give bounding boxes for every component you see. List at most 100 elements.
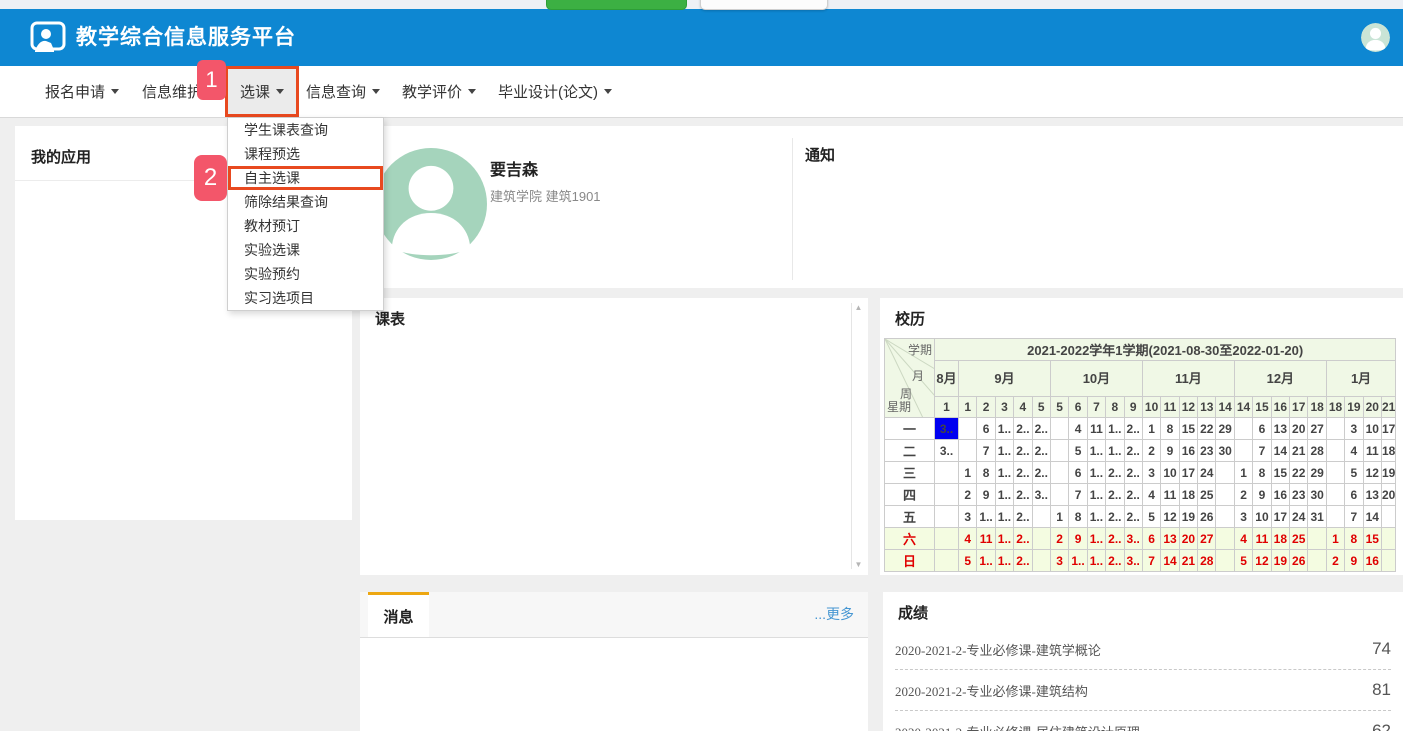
calendar-day-cell: 22 bbox=[1198, 418, 1216, 440]
calendar-day-cell: 1.. bbox=[995, 528, 1013, 550]
calendar-day-cell: 4 bbox=[1142, 484, 1160, 506]
app-header: 教学综合信息服务平台 bbox=[0, 9, 1403, 66]
calendar-day-cell bbox=[1308, 550, 1326, 572]
grades-card: 成绩 2020-2021-2-专业必修课-建筑学概论742020-2021-2-… bbox=[883, 592, 1403, 731]
calendar-day-cell: 6 bbox=[1345, 484, 1363, 506]
calendar-month-header: 9月 bbox=[959, 361, 1051, 397]
grade-course-name: 2020-2021-2-专业必修课-建筑学概论 bbox=[895, 640, 1101, 659]
nav-item-1[interactable]: 报名申请 bbox=[45, 66, 119, 117]
calendar-day-cell bbox=[1216, 550, 1234, 572]
dropdown-item-8[interactable]: 实习选项目 bbox=[228, 286, 383, 310]
calendar-day-cell: 8 bbox=[977, 462, 995, 484]
calendar-day-cell: 10 bbox=[1161, 462, 1179, 484]
dropdown-item-6[interactable]: 实验选课 bbox=[228, 238, 383, 262]
nav-item-3[interactable]: 选课 bbox=[225, 66, 299, 117]
calendar-week-number: 4 bbox=[1014, 397, 1032, 418]
chevron-down-icon bbox=[276, 89, 284, 94]
calendar-day-cell: 2 bbox=[1142, 440, 1160, 462]
nav-item-5[interactable]: 教学评价 bbox=[402, 66, 476, 117]
calendar-week-number: 9 bbox=[1124, 397, 1142, 418]
calendar-day-cell: 2.. bbox=[1106, 484, 1124, 506]
top-green-button-fragment[interactable] bbox=[546, 0, 687, 10]
calendar-day-cell: 2.. bbox=[1106, 550, 1124, 572]
calendar-day-cell bbox=[1216, 506, 1234, 528]
calendar-day-cell: 1.. bbox=[1087, 484, 1105, 506]
profile-avatar-icon bbox=[375, 148, 487, 260]
calendar-week-number: 15 bbox=[1253, 397, 1271, 418]
dropdown-item-5[interactable]: 教材预订 bbox=[228, 214, 383, 238]
calendar-day-cell: 2.. bbox=[1014, 440, 1032, 462]
calendar-day-cell bbox=[1234, 418, 1252, 440]
calendar-week-number: 2 bbox=[977, 397, 995, 418]
dropdown-item-4[interactable]: 筛除结果查询 bbox=[228, 190, 383, 214]
calendar-card: 校历 学期月周星期2021-2022学年1学期(2021-08-30至2022-… bbox=[880, 298, 1403, 575]
calendar-week-number: 1 bbox=[959, 397, 977, 418]
calendar-day-cell: 24 bbox=[1290, 506, 1308, 528]
calendar-day-cell: 2.. bbox=[1032, 462, 1050, 484]
dropdown-item-1[interactable]: 学生课表查询 bbox=[228, 118, 383, 142]
calendar-day-cell bbox=[1326, 418, 1344, 440]
timetable-scrollbar[interactable]: ▲ ▼ bbox=[851, 303, 865, 569]
calendar-day-cell bbox=[1381, 550, 1395, 572]
annotation-step-2-badge: 2 bbox=[194, 155, 227, 201]
chevron-down-icon bbox=[372, 89, 380, 94]
calendar-day-cell bbox=[1381, 528, 1395, 550]
calendar-day-cell: 21 bbox=[1179, 550, 1197, 572]
calendar-week-number: 14 bbox=[1234, 397, 1252, 418]
calendar-day-cell: 1.. bbox=[995, 418, 1013, 440]
chevron-down-icon bbox=[604, 89, 612, 94]
calendar-day-label: 三 bbox=[885, 462, 935, 484]
calendar-week-number: 14 bbox=[1216, 397, 1234, 418]
nav-item-label: 毕业设计(论文) bbox=[498, 81, 598, 102]
calendar-day-cell: 31 bbox=[1308, 506, 1326, 528]
calendar-corner-cell: 学期月周星期 bbox=[885, 339, 935, 418]
calendar-day-cell bbox=[1032, 528, 1050, 550]
calendar-day-label: 二 bbox=[885, 440, 935, 462]
calendar-day-cell: 7 bbox=[1142, 550, 1160, 572]
nav-item-6[interactable]: 毕业设计(论文) bbox=[498, 66, 612, 117]
calendar-day-cell: 23 bbox=[1290, 484, 1308, 506]
calendar-day-cell: 1.. bbox=[1106, 440, 1124, 462]
calendar-day-cell: 17 bbox=[1179, 462, 1197, 484]
dropdown-item-3[interactable]: 自主选课 bbox=[228, 166, 383, 190]
calendar-day-cell: 2.. bbox=[1014, 506, 1032, 528]
calendar-day-cell: 3.. bbox=[1124, 550, 1142, 572]
calendar-day-cell: 3.. bbox=[1032, 484, 1050, 506]
tab-messages[interactable]: 消息 bbox=[368, 592, 429, 637]
calendar-day-cell: 6 bbox=[977, 418, 995, 440]
calendar-day-cell: 10 bbox=[1253, 506, 1271, 528]
calendar-day-cell: 14 bbox=[1363, 506, 1381, 528]
calendar-day-cell: 2.. bbox=[1124, 484, 1142, 506]
calendar-day-cell: 3 bbox=[1345, 418, 1363, 440]
nav-item-4[interactable]: 信息查询 bbox=[306, 66, 380, 117]
calendar-day-cell: 28 bbox=[1198, 550, 1216, 572]
grade-score: 62 bbox=[1372, 721, 1391, 731]
scroll-up-icon[interactable]: ▲ bbox=[852, 303, 865, 312]
calendar-day-cell: 13 bbox=[1271, 418, 1289, 440]
calendar-day-cell: 1.. bbox=[995, 462, 1013, 484]
dropdown-item-7[interactable]: 实验预约 bbox=[228, 262, 383, 286]
more-link[interactable]: ...更多 bbox=[814, 604, 854, 624]
corner-label: 学期 bbox=[908, 341, 932, 358]
grade-course-name: 2020-2021-2-专业必修课-建筑结构 bbox=[895, 681, 1088, 700]
calendar-week-number: 8 bbox=[1106, 397, 1124, 418]
scroll-down-icon[interactable]: ▼ bbox=[852, 560, 865, 569]
calendar-day-cell: 1 bbox=[1142, 418, 1160, 440]
grade-row-1[interactable]: 2020-2021-2-专业必修课-建筑学概论74 bbox=[895, 629, 1391, 670]
calendar-day-cell: 1.. bbox=[977, 550, 995, 572]
calendar-day-cell: 16 bbox=[1271, 484, 1289, 506]
user-avatar-icon[interactable] bbox=[1361, 23, 1390, 52]
calendar-day-cell: 26 bbox=[1198, 506, 1216, 528]
dropdown-item-2[interactable]: 课程预选 bbox=[228, 142, 383, 166]
calendar-week-number: 20 bbox=[1363, 397, 1381, 418]
grade-row-3[interactable]: 2020-2021-2-专业必修课-居住建筑设计原理 62 bbox=[895, 711, 1391, 731]
calendar-day-cell: 25 bbox=[1198, 484, 1216, 506]
calendar-day-cell: 30 bbox=[1308, 484, 1326, 506]
grade-course-name: 2020-2021-2-专业必修课-居住建筑设计原理 bbox=[895, 722, 1140, 731]
grade-row-2[interactable]: 2020-2021-2-专业必修课-建筑结构81 bbox=[895, 670, 1391, 711]
corner-label: 星期 bbox=[887, 398, 911, 415]
calendar-week-number: 21 bbox=[1381, 397, 1395, 418]
top-white-button-fragment[interactable] bbox=[700, 0, 828, 10]
calendar-day-cell: 3 bbox=[959, 506, 977, 528]
calendar-day-cell: 19 bbox=[1179, 506, 1197, 528]
